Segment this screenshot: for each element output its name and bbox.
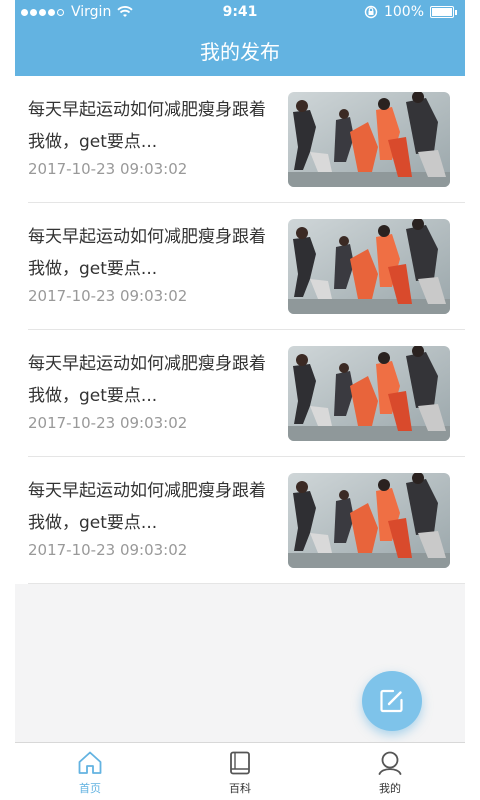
runners-image — [288, 473, 450, 568]
tab-bar: 首页 百科 我的 — [15, 742, 465, 800]
header-bar: 我的发布 — [15, 24, 465, 76]
post-list: 每天早起运动如何减肥瘦身跟着我做，get要点... 2017-10-23 09:… — [15, 76, 465, 584]
battery-icon — [430, 6, 454, 18]
post-title: 每天早起运动如何减肥瘦身跟着我做，get要点... — [28, 100, 266, 152]
status-bar: Virgin 9:41 100% — [15, 0, 465, 24]
post-thumbnail — [288, 346, 450, 441]
runners-image — [288, 219, 450, 314]
post-text: 每天早起运动如何减肥瘦身跟着我做，get要点... 2017-10-23 09:… — [28, 221, 268, 305]
tab-label: 首页 — [79, 782, 101, 795]
post-thumbnail — [288, 92, 450, 187]
post-item[interactable]: 每天早起运动如何减肥瘦身跟着我做，get要点... 2017-10-23 09:… — [28, 330, 465, 457]
battery-percent: 100% — [383, 4, 424, 20]
tab-mine[interactable]: 我的 — [315, 743, 465, 800]
post-thumbnail — [288, 219, 450, 314]
home-icon — [78, 751, 102, 774]
battery-cap — [455, 9, 457, 15]
rotation-lock-icon — [364, 5, 378, 19]
tab-label: 百科 — [229, 782, 251, 795]
post-time: 2017-10-23 09:03:02 — [28, 160, 188, 178]
post-time: 2017-10-23 09:03:02 — [28, 287, 188, 305]
tab-label: 我的 — [379, 782, 401, 795]
user-icon — [378, 751, 402, 775]
runners-image — [288, 92, 450, 187]
tab-encyclopedia[interactable]: 百科 — [165, 743, 315, 800]
post-item[interactable]: 每天早起运动如何减肥瘦身跟着我做，get要点... 2017-10-23 09:… — [28, 203, 465, 330]
post-thumbnail — [288, 473, 450, 568]
tab-home[interactable]: 首页 — [15, 743, 165, 800]
post-time: 2017-10-23 09:03:02 — [28, 414, 188, 432]
book-icon — [230, 751, 250, 775]
post-title: 每天早起运动如何减肥瘦身跟着我做，get要点... — [28, 227, 266, 279]
status-right: 100% — [364, 4, 457, 20]
compose-button[interactable] — [362, 671, 422, 731]
post-title: 每天早起运动如何减肥瘦身跟着我做，get要点... — [28, 481, 266, 533]
post-text: 每天早起运动如何减肥瘦身跟着我做，get要点... 2017-10-23 09:… — [28, 475, 268, 559]
runners-image — [288, 346, 450, 441]
edit-icon — [380, 689, 403, 713]
post-item[interactable]: 每天早起运动如何减肥瘦身跟着我做，get要点... 2017-10-23 09:… — [28, 457, 465, 584]
page-title: 我的发布 — [200, 39, 280, 64]
post-time: 2017-10-23 09:03:02 — [28, 541, 188, 559]
post-item[interactable]: 每天早起运动如何减肥瘦身跟着我做，get要点... 2017-10-23 09:… — [28, 76, 465, 203]
post-text: 每天早起运动如何减肥瘦身跟着我做，get要点... 2017-10-23 09:… — [28, 348, 268, 432]
post-title: 每天早起运动如何减肥瘦身跟着我做，get要点... — [28, 354, 266, 406]
app-screen: Virgin 9:41 100% 我的发布 每天早起运动如何减肥瘦身跟着我做，g — [15, 0, 465, 800]
post-text: 每天早起运动如何减肥瘦身跟着我做，get要点... 2017-10-23 09:… — [28, 94, 268, 178]
